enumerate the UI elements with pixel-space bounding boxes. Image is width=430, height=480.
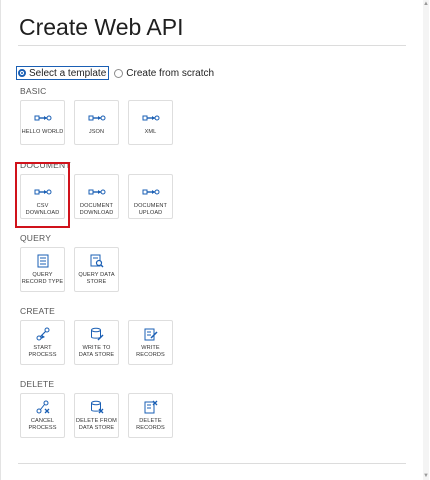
- section-label-query: QUERY: [20, 233, 52, 243]
- tile-label: CANCEL PROCESS: [28, 418, 57, 431]
- tile-label: DELETE FROM DATA STORE: [76, 418, 117, 431]
- template-write-to-data-store[interactable]: WRITE TO DATA STORE: [74, 320, 119, 365]
- api-link-icon: [142, 111, 160, 125]
- select-template-option[interactable]: Select a template: [15, 66, 110, 80]
- radio-unchecked-icon[interactable]: [114, 68, 124, 78]
- scroll-up-arrow-icon[interactable]: ▲: [423, 1, 429, 7]
- template-hello-world[interactable]: HELLO WORLD: [20, 100, 65, 145]
- template-cancel-process[interactable]: CANCEL PROCESS: [20, 393, 65, 438]
- section-label-basic: BASIC: [20, 86, 47, 96]
- template-document-upload[interactable]: DOCUMENT UPLOAD: [128, 174, 173, 219]
- tile-label: QUERY RECORD TYPE: [21, 272, 64, 285]
- tile-label: WRITE TO DATA STORE: [78, 345, 115, 358]
- search-data-icon: [88, 254, 106, 268]
- database-delete-icon: [88, 400, 106, 414]
- cancel-process-icon: [34, 400, 52, 414]
- dialog-panel: Create Web API Select a template Create …: [0, 0, 428, 480]
- select-template-label: Select a template: [29, 67, 107, 79]
- tile-label: DELETE RECORDS: [136, 418, 165, 431]
- api-link-icon: [34, 111, 52, 125]
- tile-label: WRITE RECORDS: [136, 345, 165, 358]
- tile-label: DOCUMENT UPLOAD: [133, 203, 168, 216]
- template-json[interactable]: JSON: [74, 100, 119, 145]
- template-query-record-type[interactable]: QUERY RECORD TYPE: [20, 247, 65, 292]
- tile-label: QUERY DATA STORE: [78, 272, 115, 285]
- edit-records-icon: [142, 327, 160, 341]
- tile-label: JSON: [88, 129, 105, 135]
- radio-checked-icon[interactable]: [18, 69, 26, 77]
- api-link-icon: [88, 185, 106, 199]
- template-write-records[interactable]: WRITE RECORDS: [128, 320, 173, 365]
- template-delete-from-data-store[interactable]: DELETE FROM DATA STORE: [74, 393, 119, 438]
- tile-label: START PROCESS: [28, 345, 57, 358]
- api-link-icon: [88, 111, 106, 125]
- template-start-process[interactable]: START PROCESS: [20, 320, 65, 365]
- process-flow-icon: [34, 327, 52, 341]
- tile-row-query: QUERY RECORD TYPE QUERY DATA STORE: [20, 247, 128, 292]
- tile-label: HELLO WORLD: [21, 129, 64, 135]
- database-write-icon: [88, 327, 106, 341]
- create-from-scratch-option[interactable]: Create from scratch: [114, 68, 214, 79]
- template-xml[interactable]: XML: [128, 100, 173, 145]
- mode-radio-group: Select a template Create from scratch: [15, 66, 214, 80]
- tile-label: DOCUMENT DOWNLOAD: [79, 203, 114, 216]
- create-from-scratch-label: Create from scratch: [126, 67, 215, 79]
- vertical-scrollbar[interactable]: [423, 0, 429, 480]
- divider: [18, 463, 406, 464]
- divider: [18, 45, 406, 46]
- scroll-down-arrow-icon[interactable]: ▼: [423, 473, 429, 479]
- template-query-data-store[interactable]: QUERY DATA STORE: [74, 247, 119, 292]
- section-label-delete: DELETE: [20, 379, 55, 389]
- delete-records-icon: [142, 400, 160, 414]
- template-document-download[interactable]: DOCUMENT DOWNLOAD: [74, 174, 119, 219]
- record-list-icon: [34, 254, 52, 268]
- tile-row-basic: HELLO WORLD JSON XML: [20, 100, 182, 145]
- tile-row-delete: CANCEL PROCESS DELETE FROM DATA STORE DE…: [20, 393, 182, 438]
- tile-label: XML: [144, 129, 157, 135]
- page-title: Create Web API: [19, 14, 184, 40]
- red-highlight-box: [15, 162, 70, 228]
- tile-row-create: START PROCESS WRITE TO DATA STORE WRITE …: [20, 320, 182, 365]
- api-link-icon: [142, 185, 160, 199]
- template-delete-records[interactable]: DELETE RECORDS: [128, 393, 173, 438]
- section-label-create: CREATE: [20, 306, 56, 316]
